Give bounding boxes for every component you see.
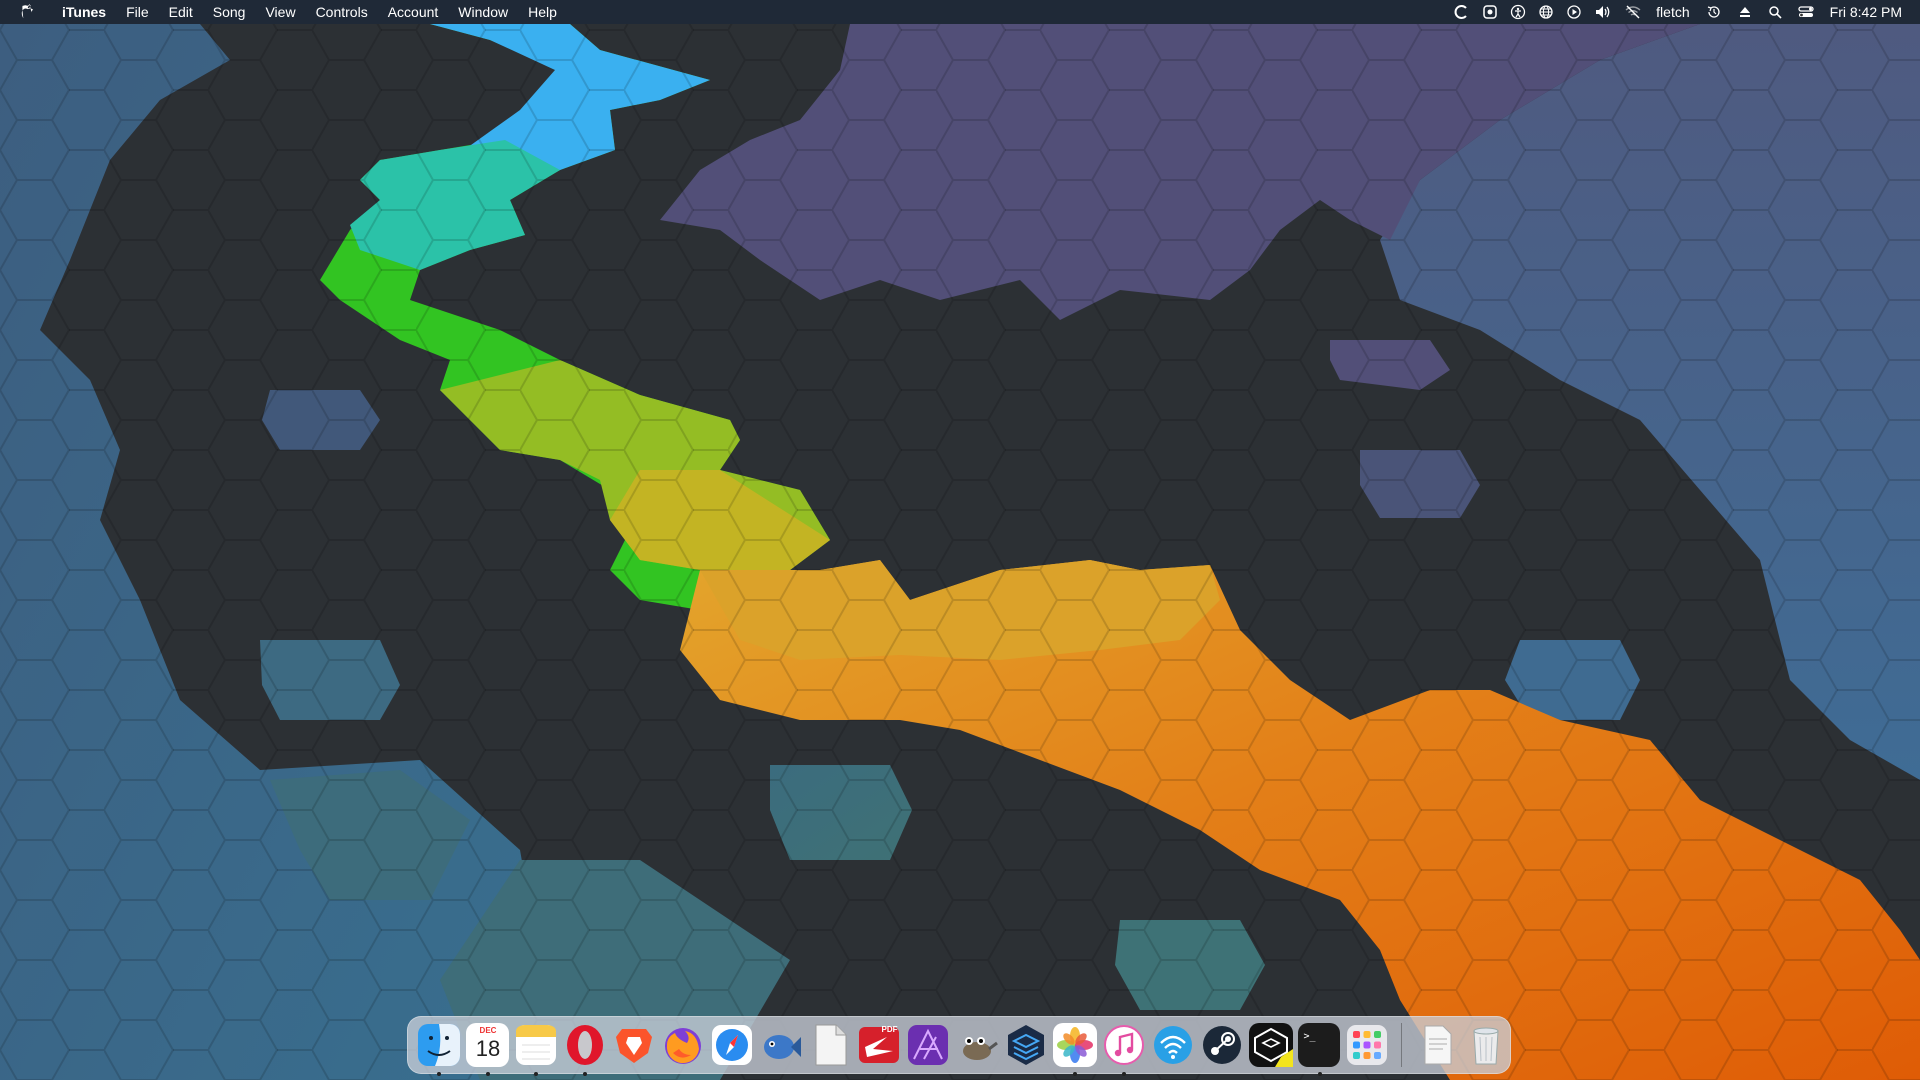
dock-separator bbox=[1401, 1023, 1402, 1067]
spotlight-search-icon[interactable] bbox=[1768, 0, 1782, 24]
terminal-prompt: >_ bbox=[1303, 1031, 1316, 1042]
c-app-icon[interactable] bbox=[1454, 0, 1470, 24]
terminal-icon[interactable]: >_ bbox=[1297, 1023, 1341, 1076]
desktop-wallpaper bbox=[0, 0, 1920, 1080]
pdf-document-icon[interactable] bbox=[1415, 1023, 1459, 1067]
dock: DEC 18 PDF >_ bbox=[407, 1016, 1511, 1076]
layers-app-icon[interactable] bbox=[1004, 1023, 1048, 1067]
menu-bar: iTunes File Edit Song View Controls Acco… bbox=[0, 0, 1920, 24]
menu-window[interactable]: Window bbox=[448, 0, 518, 24]
volume-icon[interactable] bbox=[1594, 0, 1612, 24]
calendar-month: DEC bbox=[479, 1026, 497, 1035]
firefox-icon[interactable] bbox=[661, 1023, 705, 1067]
apple-logo-icon[interactable] bbox=[18, 0, 38, 24]
display-icon[interactable] bbox=[1482, 0, 1498, 24]
menu-help[interactable]: Help bbox=[518, 0, 567, 24]
finder-icon[interactable] bbox=[417, 1023, 461, 1076]
time-machine-icon[interactable] bbox=[1706, 0, 1722, 24]
menu-account[interactable]: Account bbox=[378, 0, 449, 24]
globe-icon[interactable] bbox=[1538, 0, 1554, 24]
opera-icon[interactable] bbox=[563, 1023, 607, 1076]
wifi-app-icon[interactable] bbox=[1151, 1023, 1195, 1067]
notes-icon[interactable] bbox=[514, 1023, 558, 1076]
menu-controls[interactable]: Controls bbox=[306, 0, 378, 24]
itunes-icon[interactable] bbox=[1102, 1023, 1146, 1076]
accessibility-icon[interactable] bbox=[1510, 0, 1526, 24]
steam-icon[interactable] bbox=[1200, 1023, 1244, 1067]
menu-app-name[interactable]: iTunes bbox=[52, 0, 116, 24]
menu-file[interactable]: File bbox=[116, 0, 159, 24]
trash-icon[interactable] bbox=[1464, 1023, 1508, 1067]
eject-icon[interactable] bbox=[1738, 0, 1752, 24]
safari-icon[interactable] bbox=[710, 1023, 754, 1067]
play-circle-icon[interactable] bbox=[1566, 0, 1582, 24]
gimp-icon[interactable] bbox=[955, 1023, 999, 1067]
photos-icon[interactable] bbox=[1052, 1023, 1097, 1076]
calendar-day: 18 bbox=[475, 1036, 501, 1061]
pdf-app-icon[interactable]: PDF bbox=[857, 1023, 901, 1067]
control-center-icon[interactable] bbox=[1797, 0, 1814, 24]
menu-clock[interactable]: Fri 8:42 PM bbox=[1830, 0, 1902, 24]
user-name[interactable]: fletch bbox=[1656, 0, 1689, 24]
pdf-app-badge: PDF bbox=[881, 1025, 898, 1034]
menu-edit[interactable]: Edit bbox=[159, 0, 203, 24]
menu-view[interactable]: View bbox=[255, 0, 305, 24]
fish-app-icon[interactable] bbox=[759, 1023, 803, 1067]
wifi-off-icon[interactable] bbox=[1624, 0, 1642, 24]
calendar-icon[interactable]: DEC 18 bbox=[466, 1023, 509, 1076]
brave-icon[interactable] bbox=[612, 1023, 656, 1067]
menu-song[interactable]: Song bbox=[203, 0, 256, 24]
launchpad-icon[interactable] bbox=[1345, 1023, 1389, 1067]
cube-app-icon[interactable] bbox=[1248, 1023, 1293, 1067]
affinity-photo-icon[interactable] bbox=[906, 1023, 950, 1067]
blank-document-icon[interactable] bbox=[808, 1023, 852, 1067]
